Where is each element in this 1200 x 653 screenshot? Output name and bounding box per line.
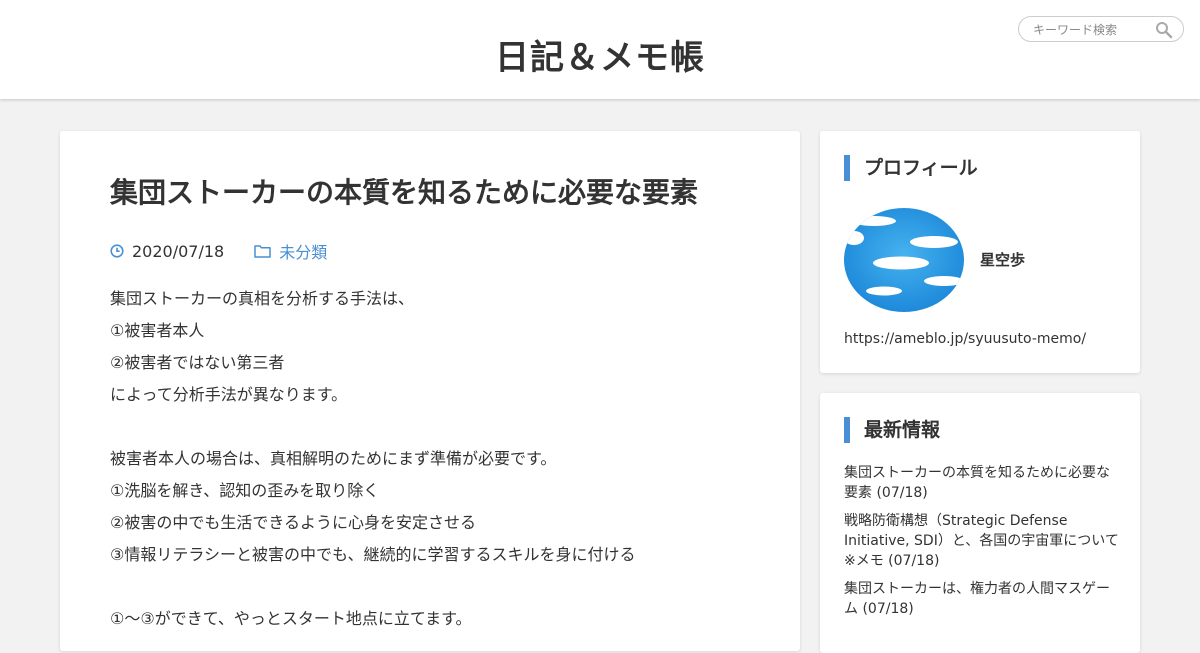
profile-url[interactable]: https://ameblo.jp/syuusuto-memo/: [844, 331, 1086, 347]
site-title[interactable]: 日記＆メモ帳: [0, 30, 1200, 79]
latest-item[interactable]: 集団ストーカーの本質を知るために必要な要素 (07/18): [844, 463, 1120, 503]
body-line: によって分析手法が異なります。: [110, 385, 348, 404]
profile-name[interactable]: 星空歩: [980, 249, 1025, 270]
latest-widget: 最新情報 集団ストーカーの本質を知るために必要な要素 (07/18) 戦略防衛構…: [820, 393, 1140, 653]
category-link[interactable]: 未分類: [254, 239, 327, 263]
latest-list: 集団ストーカーの本質を知るために必要な要素 (07/18) 戦略防衛構想（Str…: [844, 463, 1133, 627]
article-title: 集団ストーカーの本質を知るために必要な要素: [110, 176, 699, 209]
search-box: [1018, 16, 1184, 42]
latest-item[interactable]: 戦略防衛構想（Strategic Defense Initiative, SDI…: [844, 511, 1133, 571]
sky-clouds-image: [844, 208, 964, 312]
article-meta: 2020/07/18 未分類: [110, 239, 327, 263]
body-line: 集団ストーカーの真相を分析する手法は、: [110, 289, 415, 308]
category-text: 未分類: [279, 243, 328, 262]
site-header: 日記＆メモ帳: [0, 0, 1200, 99]
body-line: ①被害者本人: [110, 321, 205, 340]
post-date-text: 2020/07/18: [132, 241, 225, 261]
profile-heading: プロフィール: [844, 155, 978, 181]
body-line: 被害者本人の場合は、真相解明のためにまず準備が必要です。: [110, 449, 557, 468]
folder-icon: [254, 245, 271, 258]
body-line: ②被害の中でも生活できるように心身を安定させる: [110, 513, 477, 532]
article-body: 集団ストーカーの真相を分析する手法は、 ①被害者本人 ②被害者ではない第三者 に…: [110, 283, 760, 635]
post-date: 2020/07/18: [110, 242, 224, 261]
profile-widget: プロフィール 星空歩 https://ameblo.jp/syuusuto-me…: [820, 131, 1140, 373]
latest-item[interactable]: 集団ストーカーは、権力者の人間マスゲーム (07/18): [844, 579, 1120, 619]
avatar[interactable]: [844, 208, 964, 312]
body-line: ③情報リテラシーと被害の中でも、継続的に学習するスキルを身に付ける: [110, 545, 636, 564]
body-line: ①洗脳を解き、認知の歪みを取り除く: [110, 481, 380, 500]
latest-heading: 最新情報: [844, 417, 940, 443]
article-card: 集団ストーカーの本質を知るために必要な要素 2020/07/18 未分類 集団ス…: [60, 131, 800, 651]
search-button[interactable]: [1155, 21, 1173, 39]
body-line: ②被害者ではない第三者: [110, 353, 285, 372]
search-input[interactable]: [1033, 21, 1153, 38]
body-line: [110, 571, 760, 603]
body-line: [110, 411, 760, 443]
body-line: ①～③ができて、やっとスタート地点に立てます。: [110, 609, 472, 628]
clock-icon: [110, 244, 124, 258]
search-icon: [1156, 22, 1173, 39]
